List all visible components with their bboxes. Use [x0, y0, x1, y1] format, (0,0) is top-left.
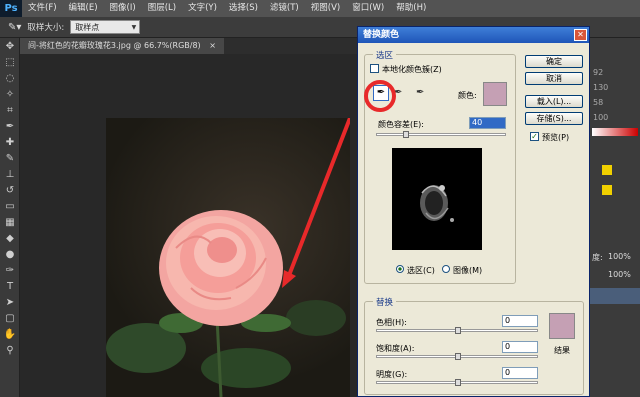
preview-label: 预览(P): [542, 133, 570, 142]
move-tool-icon[interactable]: ✥: [0, 38, 20, 54]
marquee-tool-icon[interactable]: ⬚: [0, 54, 20, 70]
eyedropper-icon[interactable]: ✒: [0, 118, 20, 134]
lightness-label: 明度(G):: [376, 370, 408, 379]
result-label: 结果: [554, 346, 570, 355]
saturation-input[interactable]: 0: [502, 341, 538, 353]
tolerance-label: 颜色容差(E):: [378, 120, 424, 129]
tolerance-input[interactable]: 40: [469, 117, 506, 129]
hue-input[interactable]: 0: [502, 315, 538, 327]
eyedropper-minus-icon[interactable]: ✒: [416, 87, 424, 98]
radio-image-label: 图像(M): [453, 266, 483, 275]
mask-preview-image: [420, 185, 454, 222]
history-brush-icon[interactable]: ↺: [0, 182, 20, 198]
channel-value-3: 58: [593, 98, 604, 107]
right-panel: 92 130 58 100 度: 100% 100%: [590, 38, 640, 397]
save-button[interactable]: 存储(S)...: [525, 112, 583, 125]
lasso-tool-icon[interactable]: ◌: [0, 70, 20, 86]
layer-row-selected[interactable]: [590, 288, 640, 304]
healing-brush-icon[interactable]: ✚: [0, 134, 20, 150]
type-tool-icon[interactable]: T: [0, 278, 20, 294]
dodge-tool-icon[interactable]: ●: [0, 246, 20, 262]
close-icon[interactable]: ✕: [574, 29, 587, 41]
preview-checkbox[interactable]: ✓: [530, 132, 539, 141]
localized-clusters-checkbox[interactable]: [370, 64, 379, 73]
rose-image: [106, 118, 350, 397]
hue-label: 色相(H):: [376, 318, 407, 327]
radio-selection[interactable]: [396, 265, 404, 273]
toolbox: ✥ ⬚ ◌ ✧ ⌗ ✒ ✚ ✎ ⊥ ↺ ▭ ▦ ◆ ● ✑ T ➤ ▢ ✋ ⚲: [0, 38, 20, 397]
menu-select[interactable]: 选择(S): [223, 0, 264, 17]
sample-size-select[interactable]: 取样点: [70, 20, 141, 35]
load-button[interactable]: 载入(L)...: [525, 95, 583, 108]
channel-value-2: 130: [593, 83, 609, 92]
tolerance-slider-thumb[interactable]: [403, 131, 409, 138]
close-tab-icon[interactable]: ×: [209, 41, 216, 50]
menu-type[interactable]: 文字(Y): [182, 0, 223, 17]
saturation-label: 饱和度(A):: [376, 344, 415, 353]
sample-size-label: 取样大小:: [27, 23, 65, 33]
crop-tool-icon[interactable]: ⌗: [0, 102, 20, 118]
fill-value[interactable]: 100%: [608, 270, 631, 279]
pen-tool-icon[interactable]: ✑: [0, 262, 20, 278]
gradient-tool-icon[interactable]: ▦: [0, 214, 20, 230]
zoom-tool-icon[interactable]: ⚲: [0, 342, 20, 358]
radio-image[interactable]: [442, 265, 450, 273]
channel-value-4: 100: [593, 113, 609, 122]
menu-help[interactable]: 帮助(H): [390, 0, 432, 17]
shape-tool-icon[interactable]: ▢: [0, 310, 20, 326]
result-color-swatch[interactable]: [549, 313, 575, 339]
eraser-tool-icon[interactable]: ▭: [0, 198, 20, 214]
saturation-slider-thumb[interactable]: [455, 353, 461, 360]
hand-tool-icon[interactable]: ✋: [0, 326, 20, 342]
menu-edit[interactable]: 编辑(E): [63, 0, 104, 17]
menu-bar: Ps 文件(F) 编辑(E) 图像(I) 图层(L) 文字(Y) 选择(S) 滤…: [0, 0, 640, 17]
document-title: 间-将红色的花瓣玫瑰花3.jpg @ 66.7%(RGB/8): [28, 41, 201, 50]
menu-file[interactable]: 文件(F): [22, 0, 63, 17]
rose-photo[interactable]: [106, 118, 350, 397]
selected-color-swatch[interactable]: [483, 82, 507, 106]
menu-layer[interactable]: 图层(L): [142, 0, 182, 17]
annotation-circle: [364, 80, 396, 112]
lightness-input[interactable]: 0: [502, 367, 538, 379]
quick-select-tool-icon[interactable]: ✧: [0, 86, 20, 102]
ok-button[interactable]: 确定: [525, 55, 583, 68]
document-tab-bar: 间-将红色的花瓣玫瑰花3.jpg @ 66.7%(RGB/8) ×: [20, 38, 360, 54]
lightness-slider[interactable]: [376, 379, 538, 386]
brush-tool-icon[interactable]: ✎: [0, 150, 20, 166]
selection-preview: [392, 148, 482, 250]
photoshop-logo: Ps: [0, 0, 22, 17]
hue-slider-thumb[interactable]: [455, 327, 461, 334]
stamp-tool-icon[interactable]: ⊥: [0, 166, 20, 182]
dialog-title: 替换颜色: [363, 30, 400, 40]
replace-group-title: 替换: [373, 296, 397, 308]
document-tab[interactable]: 间-将红色的花瓣玫瑰花3.jpg @ 66.7%(RGB/8) ×: [20, 38, 224, 54]
menu-filter[interactable]: 滤镜(T): [264, 0, 305, 17]
cancel-button[interactable]: 取消: [525, 72, 583, 85]
dialog-titlebar: 替换颜色 ✕: [358, 27, 589, 43]
path-select-icon[interactable]: ➤: [0, 294, 20, 310]
blur-tool-icon[interactable]: ◆: [0, 230, 20, 246]
tolerance-slider[interactable]: [376, 131, 506, 138]
opacity-label: 度:: [592, 253, 603, 262]
eyedropper-tool-icon[interactable]: ✎▾: [8, 22, 21, 33]
menu-window[interactable]: 窗口(W): [346, 0, 390, 17]
menu-image[interactable]: 图像(I): [104, 0, 142, 17]
saturation-slider[interactable]: [376, 353, 538, 360]
hue-slider[interactable]: [376, 327, 538, 334]
opacity-value[interactable]: 100%: [608, 252, 631, 261]
color-label: 颜色:: [458, 91, 477, 100]
color-ramp[interactable]: [592, 128, 638, 136]
channel-value-1: 92: [593, 68, 604, 77]
swatch-yellow[interactable]: [602, 165, 612, 175]
menu-view[interactable]: 视图(V): [305, 0, 346, 17]
swatch-yellow-2[interactable]: [602, 185, 612, 195]
localized-clusters-label: 本地化颜色簇(Z): [382, 65, 442, 74]
radio-selection-label: 选区(C): [407, 266, 435, 275]
replace-color-dialog: 替换颜色 ✕ 选区 本地化颜色簇(Z) ✒ ✒ ✒ 颜色: 颜色容差(E): 4…: [357, 26, 590, 397]
selection-group-title: 选区: [373, 49, 397, 61]
lightness-slider-thumb[interactable]: [455, 379, 461, 386]
